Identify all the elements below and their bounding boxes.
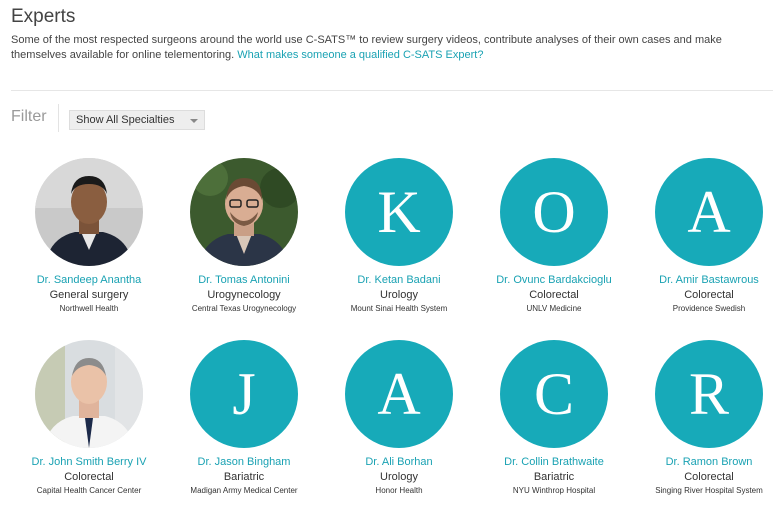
expert-specialty: Bariatric <box>223 471 265 483</box>
expert-name-link[interactable]: Dr. Sandeep Anantha <box>11 274 167 286</box>
page-title: Experts <box>11 6 76 27</box>
expert-specialty: Urogynecology <box>207 289 281 301</box>
expert-name-link[interactable]: Dr. Tomas Antonini <box>166 274 322 286</box>
expert-specialty: Colorectal <box>684 471 734 483</box>
expert-card: J Dr. Jason Bingham Bariatric Madigan Ar… <box>166 340 322 495</box>
expert-name-link[interactable]: Dr. Ali Borhan <box>321 456 477 468</box>
avatar[interactable]: K <box>345 158 453 266</box>
expert-specialty: Urology <box>380 289 418 301</box>
expert-card: C Dr. Collin Brathwaite Bariatric NYU Wi… <box>476 340 632 495</box>
specialty-select[interactable]: Show All Specialties <box>69 110 205 130</box>
expert-specialty: Urology <box>380 471 418 483</box>
expert-institution: Northwell Health <box>59 304 119 313</box>
expert-card: Dr. Sandeep Anantha General surgery Nort… <box>11 158 167 313</box>
intro-text: Some of the most respected surgeons arou… <box>11 33 771 63</box>
expert-institution: Honor Health <box>375 486 423 495</box>
expert-institution: Madigan Army Medical Center <box>190 486 298 495</box>
avatar[interactable] <box>190 158 298 266</box>
expert-card: A Dr. Ali Borhan Urology Honor Health <box>321 340 477 495</box>
expert-card: A Dr. Amir Bastawrous Colorectal Provide… <box>631 158 778 313</box>
expert-specialty: Colorectal <box>64 471 114 483</box>
chevron-down-icon <box>190 119 198 123</box>
expert-name-link[interactable]: Dr. Amir Bastawrous <box>631 274 778 286</box>
expert-card: O Dr. Ovunc Bardakcioglu Colorectal UNLV… <box>476 158 632 313</box>
expert-name-link[interactable]: Dr. Ketan Badani <box>321 274 477 286</box>
expert-name-link[interactable]: Dr. Jason Bingham <box>166 456 322 468</box>
expert-institution: Capital Health Cancer Center <box>36 486 142 495</box>
expert-name-link[interactable]: Dr. John Smith Berry IV <box>11 456 167 468</box>
expert-specialty: Colorectal <box>684 289 734 301</box>
expert-card: Dr. Tomas Antonini Urogynecology Central… <box>166 158 322 313</box>
avatar-photo <box>35 158 143 266</box>
avatar[interactable]: A <box>655 158 763 266</box>
expert-specialty: Colorectal <box>529 289 579 301</box>
expert-name-link[interactable]: Dr. Ramon Brown <box>631 456 778 468</box>
avatar[interactable]: O <box>500 158 608 266</box>
expert-card: R Dr. Ramon Brown Colorectal Singing Riv… <box>631 340 778 495</box>
expert-card: K Dr. Ketan Badani Urology Mount Sinai H… <box>321 158 477 313</box>
expert-specialty: General surgery <box>49 289 129 301</box>
avatar-photo <box>190 158 298 266</box>
avatar[interactable] <box>35 158 143 266</box>
filter-separator <box>58 104 59 132</box>
avatar[interactable]: J <box>190 340 298 448</box>
expert-institution: UNLV Medicine <box>526 304 582 313</box>
avatar-photo <box>35 340 143 448</box>
expert-name-link[interactable]: Dr. Collin Brathwaite <box>476 456 632 468</box>
avatar[interactable]: A <box>345 340 453 448</box>
divider <box>11 90 773 91</box>
specialty-select-value: Show All Specialties <box>76 114 175 126</box>
avatar[interactable]: C <box>500 340 608 448</box>
expert-institution: Singing River Hospital System <box>655 486 763 495</box>
expert-institution: Providence Swedish <box>672 304 746 313</box>
expert-name-link[interactable]: Dr. Ovunc Bardakcioglu <box>476 274 632 286</box>
avatar[interactable]: R <box>655 340 763 448</box>
filter-label: Filter <box>11 108 47 125</box>
avatar[interactable] <box>35 340 143 448</box>
qualified-expert-link[interactable]: What makes someone a qualified C-SATS Ex… <box>237 49 483 61</box>
expert-institution: NYU Winthrop Hospital <box>512 486 596 495</box>
expert-institution: Mount Sinai Health System <box>350 304 448 313</box>
expert-card: Dr. John Smith Berry IV Colorectal Capit… <box>11 340 167 495</box>
expert-institution: Central Texas Urogynecology <box>191 304 297 313</box>
expert-specialty: Bariatric <box>533 471 575 483</box>
